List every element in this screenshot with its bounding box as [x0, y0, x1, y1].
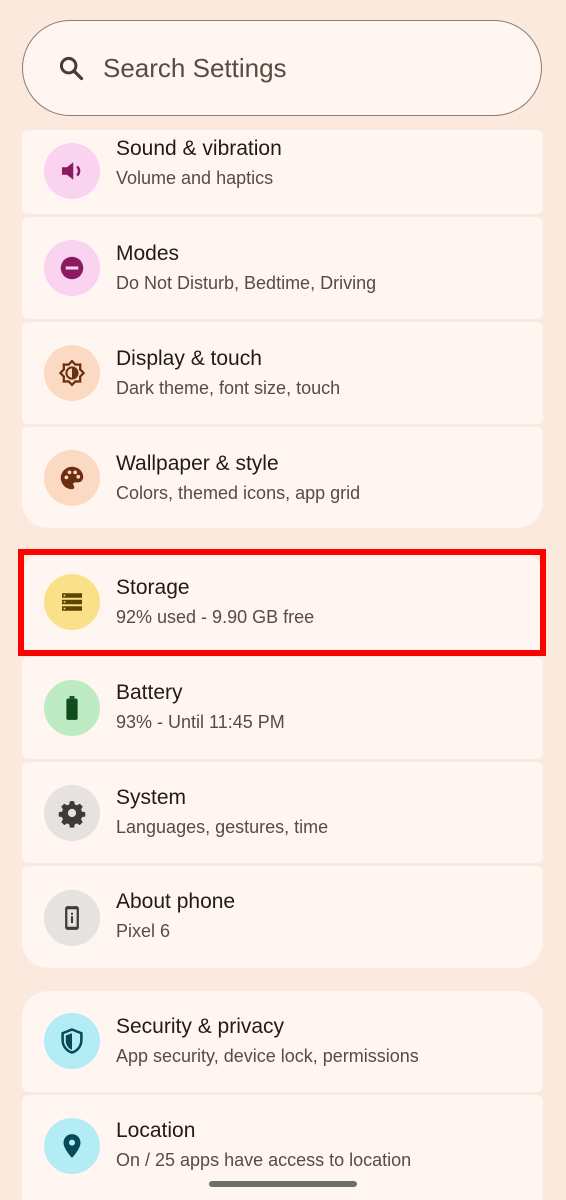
settings-item-title: System	[116, 786, 187, 809]
settings-item-title: Battery	[116, 681, 183, 704]
settings-item-subtitle: Languages, gestures, time	[116, 817, 329, 837]
location-icon-badge	[44, 1118, 100, 1174]
do-not-disturb-icon	[60, 256, 84, 280]
search-bar[interactable]: Search Settings	[22, 20, 542, 116]
settings-item-system[interactable]: System Languages, gestures, time	[22, 762, 543, 863]
battery-icon-badge	[44, 680, 100, 736]
volume-icon	[62, 162, 81, 180]
settings-item-subtitle: Colors, themed icons, app grid	[116, 483, 361, 503]
display-icon-badge	[44, 345, 100, 401]
settings-item-battery[interactable]: Battery 93% - Until 11:45 PM	[22, 657, 543, 759]
settings-group-display: Sound & vibration Volume and haptics Mod…	[22, 130, 543, 528]
security-icon-badge	[44, 1013, 100, 1069]
settings-item-about-phone[interactable]: About phone Pixel 6	[22, 866, 543, 968]
system-icon-badge	[44, 785, 100, 841]
settings-group-security: Security & privacy App security, device …	[22, 991, 543, 1200]
about-icon-badge	[44, 890, 100, 946]
search-icon	[59, 56, 84, 81]
highlight-box	[18, 549, 546, 656]
settings-item-title: Display & touch	[116, 347, 262, 370]
wallpaper-icon-badge	[44, 450, 100, 506]
settings-item-title: Location	[116, 1119, 196, 1142]
settings-item-title: Sound & vibration	[116, 137, 282, 160]
settings-item-subtitle: Pixel 6	[116, 921, 171, 941]
gear-icon	[58, 801, 86, 828]
settings-item-subtitle: Dark theme, font size, touch	[116, 378, 341, 398]
settings-item-subtitle: App security, device lock, permissions	[116, 1046, 419, 1066]
settings-item-title: Modes	[116, 242, 180, 265]
settings-item-title: Security & privacy	[116, 1015, 285, 1038]
settings-item-wallpaper[interactable]: Wallpaper & style Colors, themed icons, …	[22, 427, 543, 528]
gesture-nav-handle[interactable]	[209, 1181, 357, 1187]
search-placeholder: Search Settings	[103, 52, 287, 83]
battery-icon	[66, 696, 78, 720]
settings-item-title: About phone	[116, 890, 236, 913]
settings-item-subtitle: 93% - Until 11:45 PM	[116, 712, 285, 732]
sound-icon-badge	[44, 143, 100, 199]
settings-item-display[interactable]: Display & touch Dark theme, font size, t…	[22, 322, 543, 424]
settings-item-subtitle: Do Not Disturb, Bedtime, Driving	[116, 273, 377, 293]
shield-icon	[61, 1028, 83, 1054]
settings-item-subtitle: Volume and haptics	[116, 168, 274, 188]
palette-icon	[60, 466, 84, 490]
modes-icon-badge	[44, 240, 100, 296]
brightness-icon	[58, 359, 86, 387]
settings-item-subtitle: On / 25 apps have access to location	[116, 1150, 412, 1170]
location-pin-icon	[63, 1134, 81, 1158]
settings-item-sound[interactable]: Sound & vibration Volume and haptics	[22, 130, 543, 214]
settings-item-modes[interactable]: Modes Do Not Disturb, Bedtime, Driving	[22, 217, 543, 319]
phone-info-icon	[65, 906, 79, 930]
settings-item-title: Wallpaper & style	[116, 452, 279, 475]
settings-item-security[interactable]: Security & privacy App security, device …	[22, 991, 543, 1092]
